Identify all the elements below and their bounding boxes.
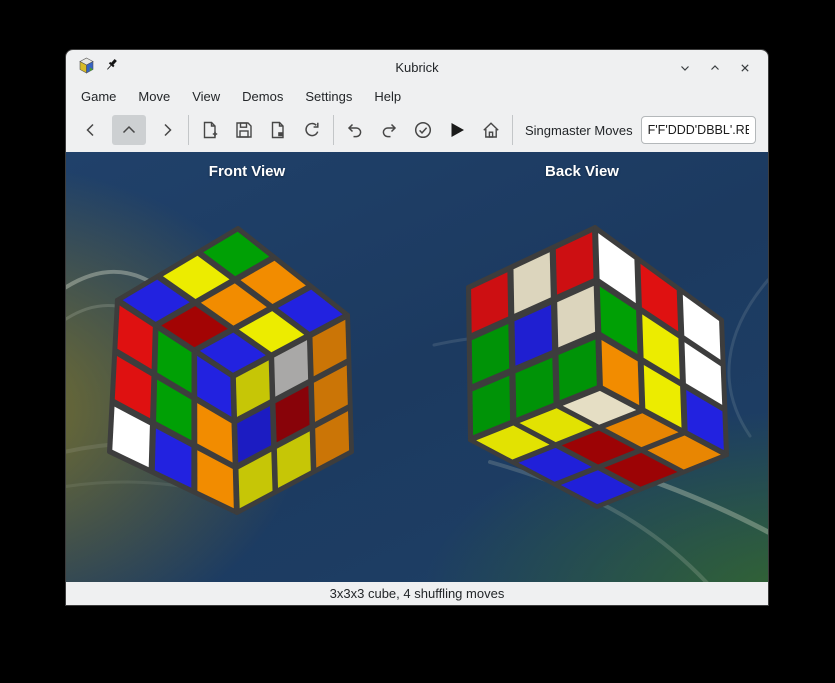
check-circle-icon bbox=[413, 120, 433, 140]
save-puzzle-button[interactable] bbox=[231, 115, 257, 145]
redo-button[interactable] bbox=[376, 115, 402, 145]
menu-view[interactable]: View bbox=[181, 87, 231, 106]
home-button[interactable] bbox=[478, 115, 504, 145]
new-puzzle-button[interactable] bbox=[197, 115, 223, 145]
solve-button[interactable] bbox=[410, 115, 436, 145]
previous-move-button[interactable] bbox=[78, 115, 104, 145]
menu-demos[interactable]: Demos bbox=[231, 87, 294, 106]
window-title: Kubrick bbox=[66, 60, 768, 75]
maximize-icon[interactable] bbox=[704, 57, 726, 79]
undo-icon bbox=[345, 120, 365, 140]
load-puzzle-button[interactable] bbox=[265, 115, 291, 145]
new-document-icon bbox=[200, 120, 220, 140]
stop-replay-button[interactable] bbox=[112, 115, 146, 145]
minimize-icon[interactable] bbox=[674, 57, 696, 79]
chevron-up-icon bbox=[119, 120, 139, 140]
refresh-icon bbox=[302, 120, 322, 140]
kubrick-window: Kubrick Game Move View Demos Settings He… bbox=[66, 50, 768, 605]
menu-game[interactable]: Game bbox=[70, 87, 127, 106]
menu-help[interactable]: Help bbox=[363, 87, 412, 106]
statusbar: 3x3x3 cube, 4 shuffling moves bbox=[66, 582, 768, 605]
singmaster-moves-input[interactable] bbox=[641, 116, 756, 144]
toolbar-separator bbox=[512, 115, 513, 145]
pushpin-icon[interactable] bbox=[105, 58, 120, 78]
toolbar: Singmaster Moves bbox=[66, 108, 768, 152]
desktop: Kubrick Game Move View Demos Settings He… bbox=[0, 0, 835, 683]
home-icon bbox=[481, 120, 501, 140]
toolbar-separator bbox=[188, 115, 189, 145]
front-view-label: Front View bbox=[209, 163, 285, 180]
back-view-label: Back View bbox=[545, 163, 619, 180]
game-viewport[interactable]: Front View Back View bbox=[66, 152, 768, 582]
menu-move[interactable]: Move bbox=[127, 87, 181, 106]
menu-settings[interactable]: Settings bbox=[294, 87, 363, 106]
undo-button[interactable] bbox=[342, 115, 368, 145]
save-icon bbox=[234, 120, 254, 140]
play-demo-button[interactable] bbox=[444, 115, 470, 145]
front-cube[interactable] bbox=[109, 228, 352, 513]
close-icon[interactable] bbox=[734, 57, 756, 79]
play-icon bbox=[447, 120, 467, 140]
titlebar[interactable]: Kubrick bbox=[66, 50, 768, 85]
singmaster-moves-label: Singmaster Moves bbox=[525, 123, 633, 138]
toolbar-separator bbox=[333, 115, 334, 145]
kubrick-app-icon[interactable] bbox=[78, 57, 95, 79]
next-move-button[interactable] bbox=[154, 115, 180, 145]
chevron-left-icon bbox=[81, 120, 101, 140]
import-document-icon bbox=[268, 120, 288, 140]
redo-icon bbox=[379, 120, 399, 140]
status-message: 3x3x3 cube, 4 shuffling moves bbox=[330, 586, 505, 601]
scene-canvas[interactable] bbox=[66, 152, 768, 582]
reshuffle-button[interactable] bbox=[299, 115, 325, 145]
menubar: Game Move View Demos Settings Help bbox=[66, 85, 768, 108]
chevron-right-icon bbox=[157, 120, 177, 140]
